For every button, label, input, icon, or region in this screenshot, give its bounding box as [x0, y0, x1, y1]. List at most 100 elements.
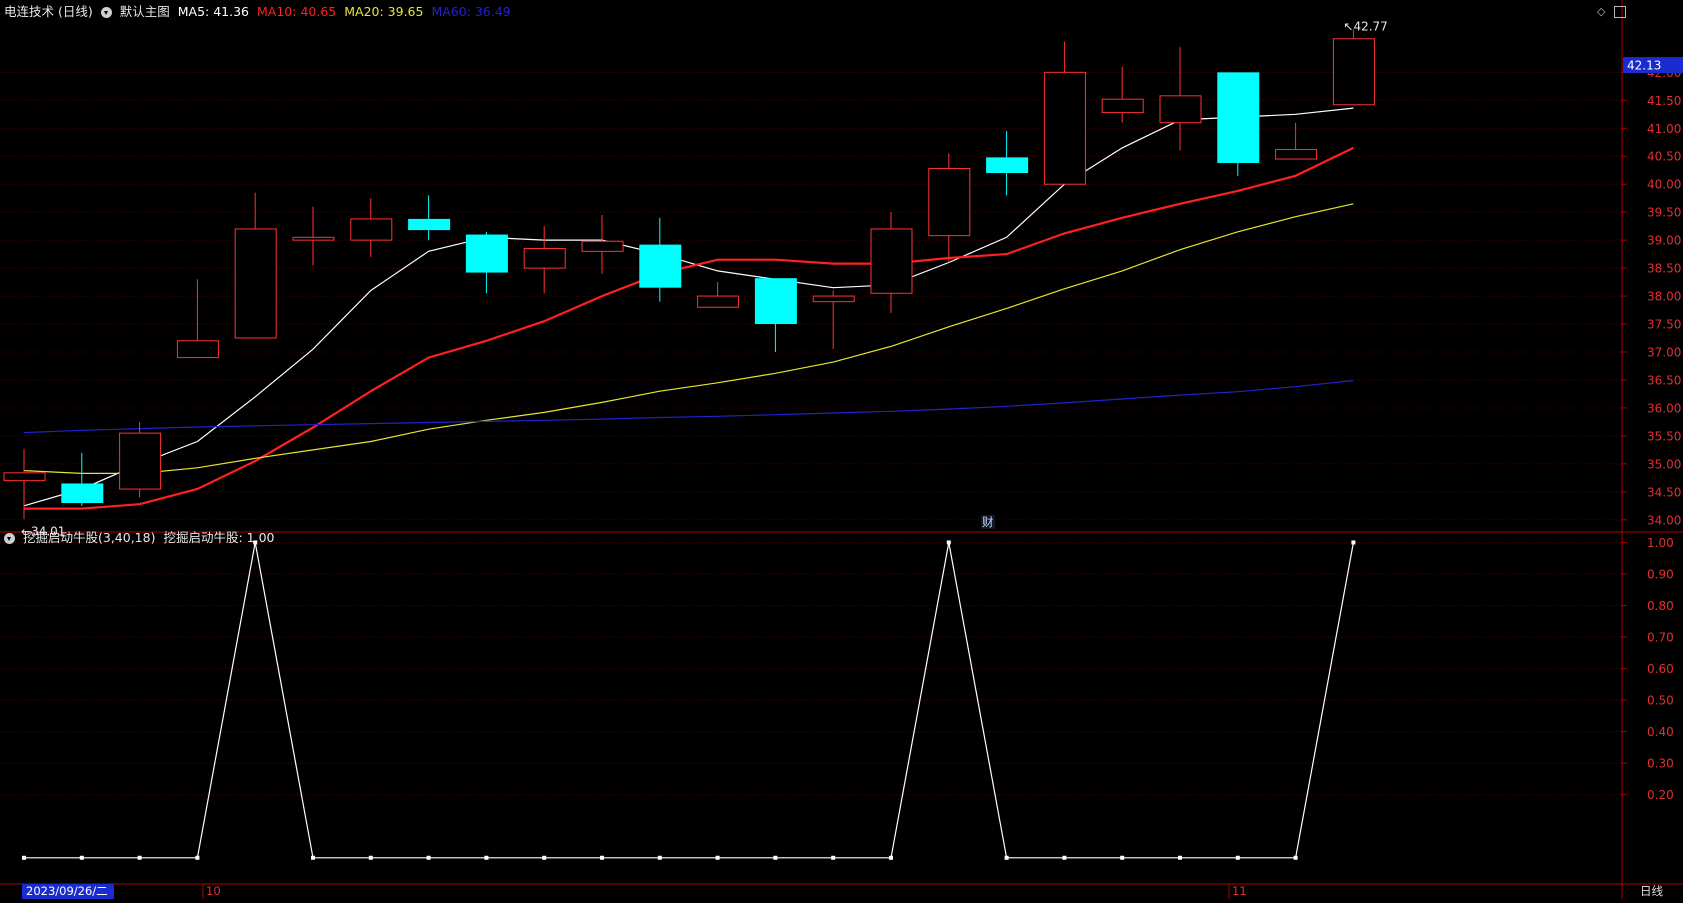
diamond-icon[interactable]: ◇: [1597, 5, 1605, 19]
indicator-point: [1178, 855, 1182, 860]
kline-chart[interactable]: 34.00 34.50 35.00 35.50 36.00 36.50 37.00 37.50…: [0, 0, 1683, 899]
ma-line-ma10: [24, 146, 1354, 510]
candle: [639, 217, 682, 302]
candle: [292, 206, 335, 266]
axes-layer: [0, 0, 1683, 899]
candle-body-up: [176, 340, 219, 359]
price-tick-label: 34.50: [1647, 485, 1681, 499]
candle: [1332, 29, 1375, 106]
indicator-point: [368, 855, 373, 860]
chart-stage[interactable]: 34.00 34.50 35.00 35.50 36.00 36.50 37.00 37.50…: [0, 0, 1683, 899]
indicator-point: [946, 540, 951, 545]
candle: [234, 192, 277, 339]
indicator-point: [1293, 855, 1298, 860]
indicator-point: [426, 855, 431, 860]
price-tick-label: 39.50: [1647, 206, 1681, 220]
month-label-nov: 11: [1232, 884, 1247, 898]
candle-body-up: [3, 472, 46, 482]
candle: [465, 231, 508, 294]
price-tick-label: 34.00: [1647, 513, 1681, 527]
candle: [1101, 66, 1144, 123]
candle: [754, 278, 797, 353]
indicator-point: [1120, 855, 1125, 860]
indicator-point: [831, 855, 836, 860]
ma-line-ma60: [23, 379, 1354, 434]
dropdown-icon[interactable]: [100, 6, 112, 18]
candle: [870, 212, 913, 313]
indicator-tick-label: 1.00: [1647, 536, 1674, 550]
candle: [61, 452, 104, 506]
candle: [408, 195, 451, 241]
candle-body-up: [928, 168, 971, 237]
indicator-point: [137, 855, 142, 860]
grid-layer: [0, 71, 1622, 796]
indicator-header: 挖掘启动牛股(3,40,18) 挖掘启动牛股: 1.00: [4, 529, 275, 547]
indicator-menu-icon[interactable]: [4, 532, 15, 544]
indicator-name[interactable]: 挖掘启动牛股(3,40,18): [23, 529, 155, 547]
candle-body-down: [1217, 72, 1260, 163]
ma-line-ma5: [23, 107, 1354, 507]
ma20-label: MA20: 39.65: [344, 4, 424, 19]
price-tick-label: 39.00: [1647, 234, 1681, 248]
candle: [928, 153, 971, 263]
axis-labels: 34.00 34.50 35.00 35.50 36.00 36.50 37.00 37.50…: [21, 19, 1683, 802]
candle-body-up: [697, 295, 740, 308]
indicator-point: [22, 855, 26, 860]
indicator-point: [195, 855, 200, 860]
price-tick-label: 37.00: [1647, 346, 1681, 360]
price-tick-label: 40.00: [1647, 178, 1681, 192]
indicator-point: [542, 855, 547, 860]
candle-body-up: [1101, 98, 1144, 114]
price-tick-label: 35.50: [1647, 429, 1681, 443]
indicator-point: [484, 855, 489, 860]
last-price-label: 42.13: [1627, 59, 1661, 73]
candle-body-down: [754, 278, 797, 325]
candle-body-up: [234, 228, 277, 339]
main-chart-header: 电连技术 (日线) 默认主图 MA5: 41.36 MA10: 40.65 MA…: [4, 3, 511, 21]
price-tick-label: 37.50: [1647, 318, 1681, 332]
financial-marker[interactable]: 财: [981, 515, 995, 529]
candle: [119, 421, 162, 498]
candle-body-up: [1275, 149, 1318, 160]
high-annotation: ↖42.77: [1343, 19, 1387, 33]
price-tick-label: 41.00: [1647, 122, 1681, 136]
candle: [581, 214, 624, 274]
candle-body-down: [408, 218, 451, 231]
indicator-point: [311, 855, 315, 860]
indicator-point: [1062, 855, 1067, 860]
candle: [697, 282, 740, 308]
stock-title[interactable]: 电连技术 (日线): [4, 3, 93, 21]
candlestick-series: [3, 29, 1375, 520]
moving-average-lines: [23, 107, 1354, 510]
candle-body-up: [870, 228, 913, 294]
indicator-point: [1351, 540, 1356, 545]
candle: [812, 290, 855, 350]
period-label[interactable]: 日线: [1640, 884, 1663, 899]
candle-body-up: [1332, 38, 1375, 106]
ma5-label: MA5: 41.36: [177, 4, 250, 19]
indicator-point: [657, 855, 662, 860]
template-name[interactable]: 默认主图: [120, 3, 170, 21]
indicator-point: [600, 855, 604, 860]
candle-body-down: [639, 244, 682, 288]
ma10-label: MA10: 40.65: [257, 4, 337, 19]
candle: [1159, 47, 1202, 151]
indicator-tick-label: 0.60: [1647, 662, 1674, 676]
indicator-value: 挖掘启动牛股: 1.00: [163, 530, 275, 545]
restore-icon[interactable]: [1614, 6, 1626, 18]
candle-body-up: [523, 248, 566, 269]
indicator-point: [715, 855, 720, 860]
indicator-point: [1235, 855, 1240, 860]
indicator-point: [773, 855, 778, 860]
indicator-tick-label: 0.20: [1647, 788, 1674, 802]
price-tick-label: 38.50: [1647, 262, 1681, 276]
candle-body-down: [986, 157, 1029, 174]
candle-body-up: [119, 432, 162, 490]
indicator-tick-label: 0.50: [1647, 694, 1674, 708]
candle-body-up: [1159, 95, 1202, 124]
month-label-oct: 10: [206, 884, 221, 898]
indicator-tick-label: 0.80: [1647, 599, 1674, 613]
price-tick-label: 41.50: [1647, 94, 1681, 108]
time-start-label: 2023/09/26/二: [22, 884, 114, 899]
candle-body-down: [61, 483, 104, 504]
